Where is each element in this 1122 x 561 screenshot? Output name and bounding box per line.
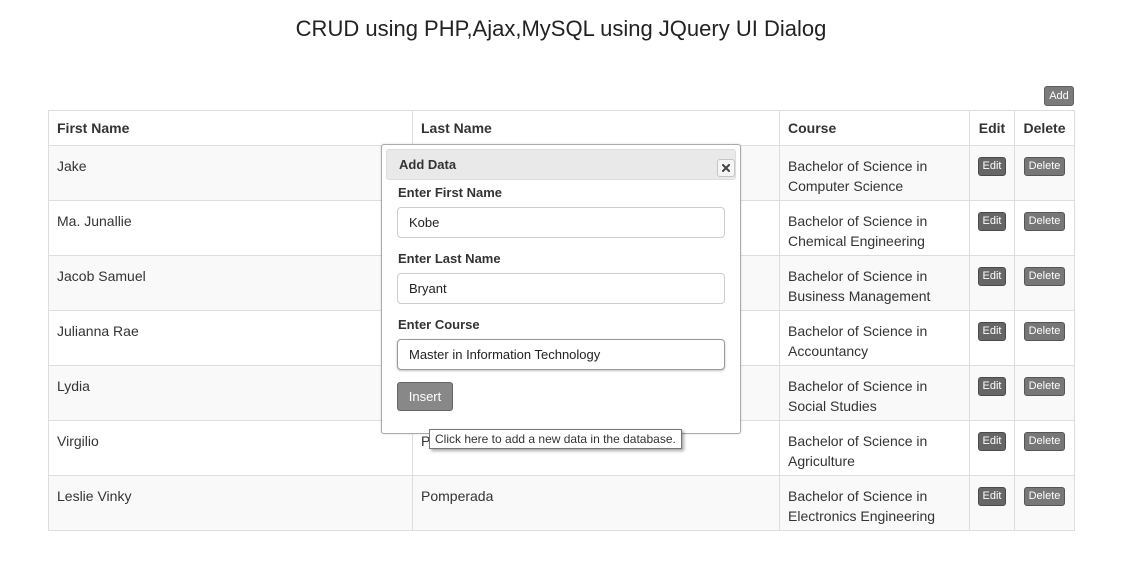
cell-first-name: Jacob Samuel: [48, 255, 413, 311]
last-name-input[interactable]: [397, 273, 725, 304]
cell-edit: Edit: [969, 145, 1015, 201]
header-first-name: First Name: [48, 110, 413, 146]
edit-button[interactable]: Edit: [977, 377, 1007, 396]
cell-first-name: Jake: [48, 145, 413, 201]
first-name-input[interactable]: [397, 207, 725, 238]
insert-button[interactable]: Insert: [397, 382, 453, 411]
last-name-label: Enter Last Name: [398, 251, 501, 266]
delete-button[interactable]: Delete: [1023, 487, 1066, 506]
cell-course: Bachelor of Science in Business Manageme…: [779, 255, 970, 311]
table-header-row: First Name Last Name Course Edit Delete: [48, 110, 1075, 146]
cell-edit: Edit: [969, 255, 1015, 311]
cell-edit: Edit: [969, 200, 1015, 256]
edit-button[interactable]: Edit: [977, 157, 1007, 176]
cell-first-name: Lydia: [48, 365, 413, 421]
first-name-label: Enter First Name: [398, 185, 503, 200]
cell-first-name: Ma. Junallie: [48, 200, 413, 256]
cell-first-name: Julianna Rae: [48, 310, 413, 366]
page-title: CRUD using PHP,Ajax,MySQL using JQuery U…: [295, 16, 827, 41]
delete-button[interactable]: Delete: [1023, 322, 1066, 341]
course-label: Enter Course: [398, 317, 480, 332]
dialog-titlebar[interactable]: Add Data: [386, 149, 736, 180]
cell-delete: Delete: [1014, 255, 1075, 311]
add-button[interactable]: Add: [1044, 86, 1074, 106]
close-icon: [722, 164, 730, 172]
delete-button[interactable]: Delete: [1023, 212, 1066, 231]
course-input[interactable]: [397, 339, 725, 370]
cell-delete: Delete: [1014, 475, 1075, 531]
cell-last-name: Pomperada: [412, 475, 780, 531]
dialog-close-button[interactable]: [717, 159, 735, 177]
cell-delete: Delete: [1014, 420, 1075, 476]
header-delete: Delete: [1014, 110, 1075, 146]
delete-button[interactable]: Delete: [1023, 432, 1066, 451]
cell-edit: Edit: [969, 365, 1015, 421]
cell-course: Bachelor of Science in Accountancy: [779, 310, 970, 366]
cell-edit: Edit: [969, 420, 1015, 476]
cell-course: Bachelor of Science in Agriculture: [779, 420, 970, 476]
cell-edit: Edit: [969, 475, 1015, 531]
edit-button[interactable]: Edit: [977, 322, 1007, 341]
delete-button[interactable]: Delete: [1023, 157, 1066, 176]
cell-edit: Edit: [969, 310, 1015, 366]
cell-course: Bachelor of Science in Computer Science: [779, 145, 970, 201]
cell-course: Bachelor of Science in Social Studies: [779, 365, 970, 421]
cell-course: Bachelor of Science in Electronics Engin…: [779, 475, 970, 531]
cell-delete: Delete: [1014, 145, 1075, 201]
insert-tooltip: Click here to add a new data in the data…: [429, 429, 682, 449]
edit-button[interactable]: Edit: [977, 487, 1007, 506]
header-last-name: Last Name: [412, 110, 780, 146]
add-data-dialog: Add Data Enter First Name Enter Last Nam…: [381, 144, 741, 434]
cell-delete: Delete: [1014, 365, 1075, 421]
cell-first-name: Leslie Vinky: [48, 475, 413, 531]
cell-first-name: Virgilio: [48, 420, 413, 476]
edit-button[interactable]: Edit: [977, 212, 1007, 231]
delete-button[interactable]: Delete: [1023, 377, 1066, 396]
cell-delete: Delete: [1014, 310, 1075, 366]
header-course: Course: [779, 110, 970, 146]
cell-course: Bachelor of Science in Chemical Engineer…: [779, 200, 970, 256]
edit-button[interactable]: Edit: [977, 432, 1007, 451]
table-row: Leslie Vinky Pomperada Bachelor of Science…: [48, 475, 1075, 531]
dialog-title: Add Data: [399, 157, 457, 172]
header-edit: Edit: [969, 110, 1015, 146]
delete-button[interactable]: Delete: [1023, 267, 1066, 286]
edit-button[interactable]: Edit: [977, 267, 1007, 286]
cell-delete: Delete: [1014, 200, 1075, 256]
